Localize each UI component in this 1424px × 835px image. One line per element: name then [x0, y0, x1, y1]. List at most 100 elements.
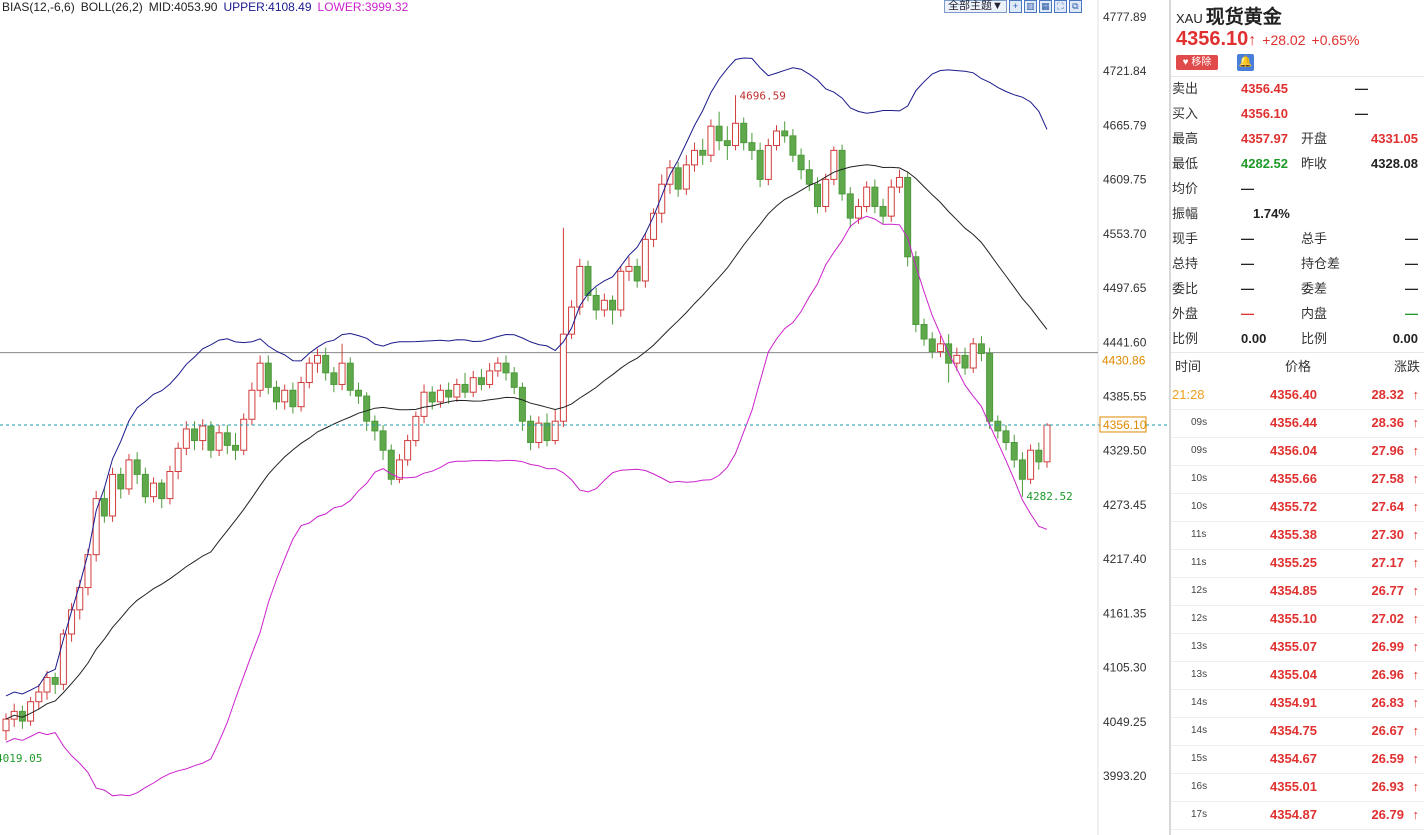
tick-row[interactable]: 14s 4354.75 26.67 ↑: [1171, 717, 1424, 746]
candle-body: [813, 183, 821, 207]
quote-value: 4356.10: [1241, 106, 1288, 121]
boll-mid-line: [5, 164, 1048, 720]
candle-body: [223, 432, 231, 446]
tick-change: 26.96: [1371, 667, 1404, 682]
candle-body: [281, 389, 289, 403]
quote-value: 4357.97: [1241, 131, 1288, 146]
candle-body: [961, 354, 969, 369]
quote-row: 总持 — 持仓差 —: [1171, 251, 1424, 276]
quote-row: 最高 4357.97 开盘 4331.05: [1171, 126, 1424, 151]
quote-label: 振幅: [1172, 206, 1199, 221]
y-tick-label: 4161.35: [1103, 606, 1147, 620]
candle-body: [781, 130, 789, 137]
quote-row: 外盘 — 内盘 —: [1171, 301, 1424, 326]
candle-body: [371, 420, 379, 432]
tick-row[interactable]: 10s 4355.66 27.58 ↑: [1171, 465, 1424, 494]
candle-body: [264, 362, 272, 388]
candle-body: [543, 422, 551, 442]
tick-price: 4355.25: [1270, 555, 1317, 570]
kline-chart[interactable]: 4777.89 4721.84 4665.79 4609.75 4553.70 4497.…: [0, 0, 1168, 835]
quote-row: 比例 0.00 比例 0.00: [1171, 326, 1424, 351]
tick-table-header: 时间 价格 涨跌: [1171, 354, 1424, 380]
candle-body: [641, 238, 649, 282]
tick-header-price: 价格: [1285, 359, 1312, 374]
tick-price: 4355.07: [1270, 639, 1317, 654]
candle-body: [658, 183, 666, 214]
upper-label: UPPER:4108.49: [223, 0, 312, 14]
quote-value: —: [1405, 256, 1418, 271]
tick-price: 4355.66: [1270, 471, 1317, 486]
candle-body: [125, 459, 133, 490]
indicator-bar: BIAS(12,-6,6) BOLL(26,2) MID:4053.90 UPPER:…: [2, 0, 414, 14]
candle-body: [805, 169, 813, 185]
candle-body: [174, 447, 182, 473]
quote-value: —: [1355, 106, 1368, 121]
quote-header: XAU 现货黄金: [1176, 2, 1282, 29]
tick-row[interactable]: 13s 4355.07 26.99 ↑: [1171, 633, 1424, 662]
candle-body: [1027, 449, 1035, 480]
tick-row[interactable]: 14s 4354.91 26.83 ↑: [1171, 689, 1424, 718]
candle-body: [215, 432, 223, 451]
fullscreen-icon[interactable]: ⛶: [1053, 0, 1067, 13]
divider-line: [1171, 352, 1424, 353]
candle-body: [535, 422, 543, 443]
tick-row[interactable]: 09s 4356.44 28.36 ↑: [1171, 409, 1424, 438]
zoom-in-icon[interactable]: +: [1008, 0, 1022, 13]
tick-row[interactable]: 17s 4354.87 26.79 ↑: [1171, 801, 1424, 830]
tick-row[interactable]: 12s 4355.10 27.02 ↑: [1171, 605, 1424, 634]
symbol-name: 现货黄金: [1205, 6, 1282, 28]
candle-body: [150, 482, 158, 498]
candle-body: [494, 362, 502, 372]
candle-body: [346, 362, 354, 391]
tick-row[interactable]: 09s 4356.04 27.96 ↑: [1171, 437, 1424, 466]
candle-body: [732, 122, 740, 147]
tick-price: 4354.85: [1270, 583, 1317, 598]
up-arrow-icon: ↑: [1412, 751, 1420, 766]
y-tick-label: 4665.79: [1103, 118, 1147, 132]
candle-body: [289, 389, 297, 408]
tick-row[interactable]: 11s 4355.25 27.17 ↑: [1171, 549, 1424, 578]
quote-value: —: [1241, 181, 1254, 196]
tick-row[interactable]: 13s 4355.04 26.96 ↑: [1171, 661, 1424, 690]
candle-body: [240, 418, 248, 451]
chart-toggle-icon[interactable]: ▥: [1023, 0, 1037, 13]
alert-bell-button[interactable]: 🔔: [1237, 54, 1254, 71]
grid-icon[interactable]: ▦: [1038, 0, 1052, 13]
candle-body: [445, 389, 453, 398]
up-arrow-icon: ↑: [1412, 807, 1420, 822]
y-tick-label: 4329.50: [1103, 444, 1147, 458]
remove-watchlist-button[interactable]: ♥ 移除: [1176, 55, 1218, 70]
tick-row[interactable]: 11s 4355.38 27.30 ↑: [1171, 521, 1424, 550]
tick-change: 27.30: [1371, 527, 1404, 542]
candle-body: [453, 383, 461, 398]
y-tick-label: 4273.45: [1103, 498, 1147, 512]
tick-price: 4356.40: [1270, 387, 1317, 402]
tick-price: 4356.44: [1270, 415, 1317, 430]
candle-body: [428, 391, 436, 403]
quote-value: 0.00: [1392, 331, 1418, 346]
up-arrow-icon: ↑: [1412, 471, 1420, 486]
candle-body: [600, 299, 608, 311]
candle-body: [207, 425, 215, 451]
y-tick-label: 4441.60: [1103, 335, 1147, 349]
quote-label: 内盘: [1301, 306, 1328, 321]
tick-row[interactable]: 12s 4354.85 26.77 ↑: [1171, 577, 1424, 606]
kline-chart-area[interactable]: 4777.89 4721.84 4665.79 4609.75 4553.70 4497.…: [0, 0, 1168, 835]
expand-icon[interactable]: ⧉: [1068, 0, 1082, 13]
tick-time: 12s: [1191, 613, 1208, 624]
tick-change: 27.96: [1371, 443, 1404, 458]
candle-body: [789, 135, 797, 156]
candle-body: [100, 498, 108, 517]
quote-label: 昨收: [1301, 156, 1328, 171]
up-arrow-icon: ↑: [1412, 779, 1420, 794]
theme-dropdown[interactable]: 全部主题▼: [944, 0, 1007, 13]
candle-body: [928, 338, 936, 353]
candle-body: [748, 142, 756, 151]
left-low-marker-label: 4019.05: [0, 752, 42, 765]
candle-body: [740, 122, 748, 144]
candle-body: [527, 420, 535, 443]
tick-row[interactable]: 10s 4355.72 27.64 ↑: [1171, 493, 1424, 522]
tick-row[interactable]: 21:28 4356.40 28.32 ↑: [1171, 381, 1424, 410]
tick-row[interactable]: 16s 4355.01 26.93 ↑: [1171, 773, 1424, 802]
tick-row[interactable]: 15s 4354.67 26.59 ↑: [1171, 745, 1424, 774]
